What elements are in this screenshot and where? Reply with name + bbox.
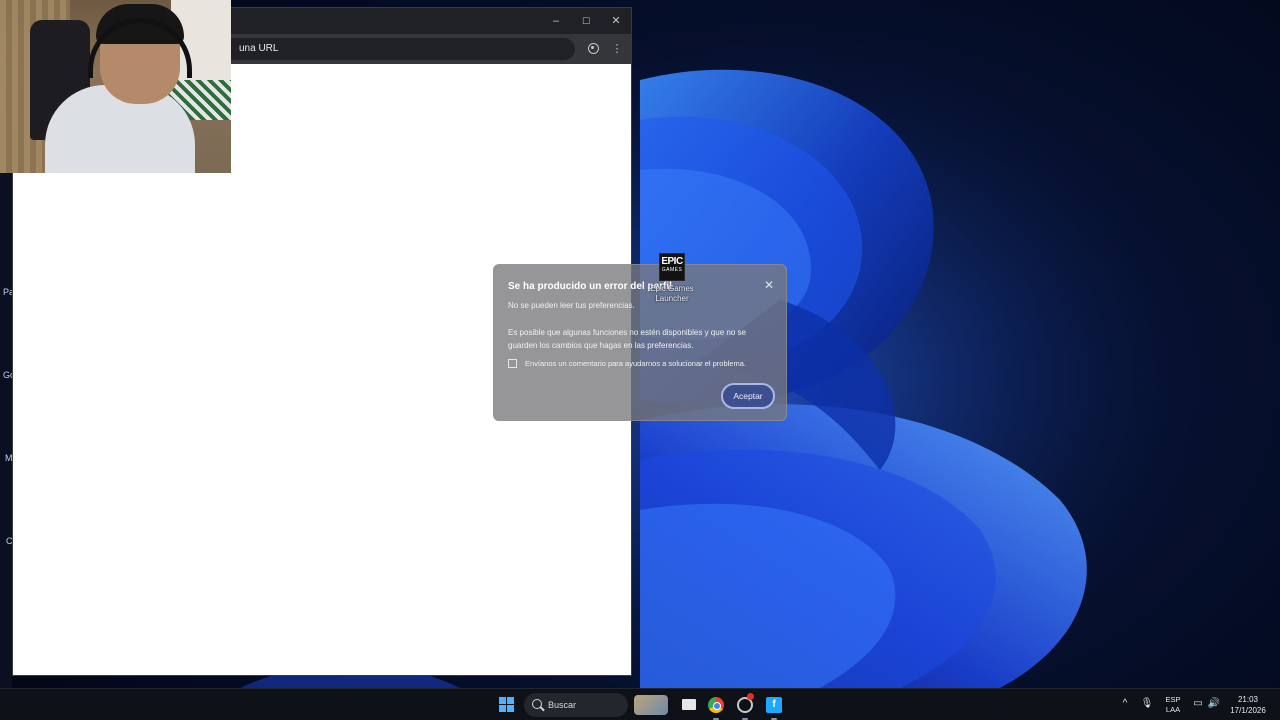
minimize-button[interactable]: –	[541, 8, 571, 34]
feedback-checkbox-label: Envíanos un comentario para ayudarnos a …	[525, 359, 746, 368]
epic-games-logo-icon: EPIC GAMES	[659, 253, 685, 281]
microphone-icon[interactable]: 🎙	[1140, 698, 1154, 720]
menu-dots-icon[interactable]: ⋮	[607, 39, 627, 59]
desktop-icon-epic-games[interactable]: EPIC GAMES Epic Games Launcher	[647, 253, 697, 304]
webcam-overlay	[0, 0, 231, 173]
network-icon[interactable]: ▭	[1191, 698, 1205, 720]
language-code: ESP	[1165, 695, 1181, 704]
feedback-checkbox[interactable]	[508, 359, 517, 368]
taskbar-clock[interactable]: 21:03 17/1/2026	[1226, 694, 1270, 720]
taskbar-search[interactable]: Buscar	[524, 693, 628, 717]
dialog-subtitle: No se pueden leer tus preferencias.	[508, 301, 635, 310]
chrome-icon[interactable]	[704, 693, 728, 720]
clock-date: 17/1/2026	[1230, 706, 1266, 715]
blue-app-icon[interactable]: f	[762, 693, 786, 720]
taskbar-search-placeholder: Buscar	[548, 700, 577, 710]
keyboard-layout: LAA	[1165, 705, 1181, 714]
address-bar-placeholder: una URL	[239, 43, 279, 54]
accept-button[interactable]: Aceptar	[721, 383, 775, 409]
desktop-icon-label: Epic Games Launcher	[650, 284, 694, 303]
feedback-checkbox-row[interactable]: Envíanos un comentario para ayudarnos a …	[508, 359, 746, 368]
tray-overflow-chevron-icon[interactable]: ^	[1118, 698, 1132, 720]
maximize-button[interactable]: ☐	[571, 8, 601, 34]
close-button[interactable]: ✕	[601, 8, 631, 34]
task-view-icon[interactable]	[678, 693, 702, 717]
weather-widget-icon[interactable]	[634, 695, 668, 715]
language-indicator[interactable]: ESP LAA	[1161, 695, 1185, 720]
search-icon	[532, 699, 542, 709]
profile-error-dialog: Se ha producido un error del perfil ✕ No…	[493, 264, 787, 421]
dialog-close-icon[interactable]: ✕	[762, 278, 776, 292]
volume-icon[interactable]: 🔊	[1207, 698, 1221, 720]
clock-time: 21:03	[1237, 695, 1259, 704]
profile-icon[interactable]	[583, 39, 603, 59]
taskbar: Buscar f ^ 🎙 ESP LAA ▭ 🔊 21:03 17/1/2026	[0, 688, 1280, 720]
start-button[interactable]	[499, 697, 515, 713]
dialog-body: Es posible que algunas funciones no esté…	[508, 328, 746, 350]
screen-recorder-icon[interactable]	[733, 693, 757, 720]
